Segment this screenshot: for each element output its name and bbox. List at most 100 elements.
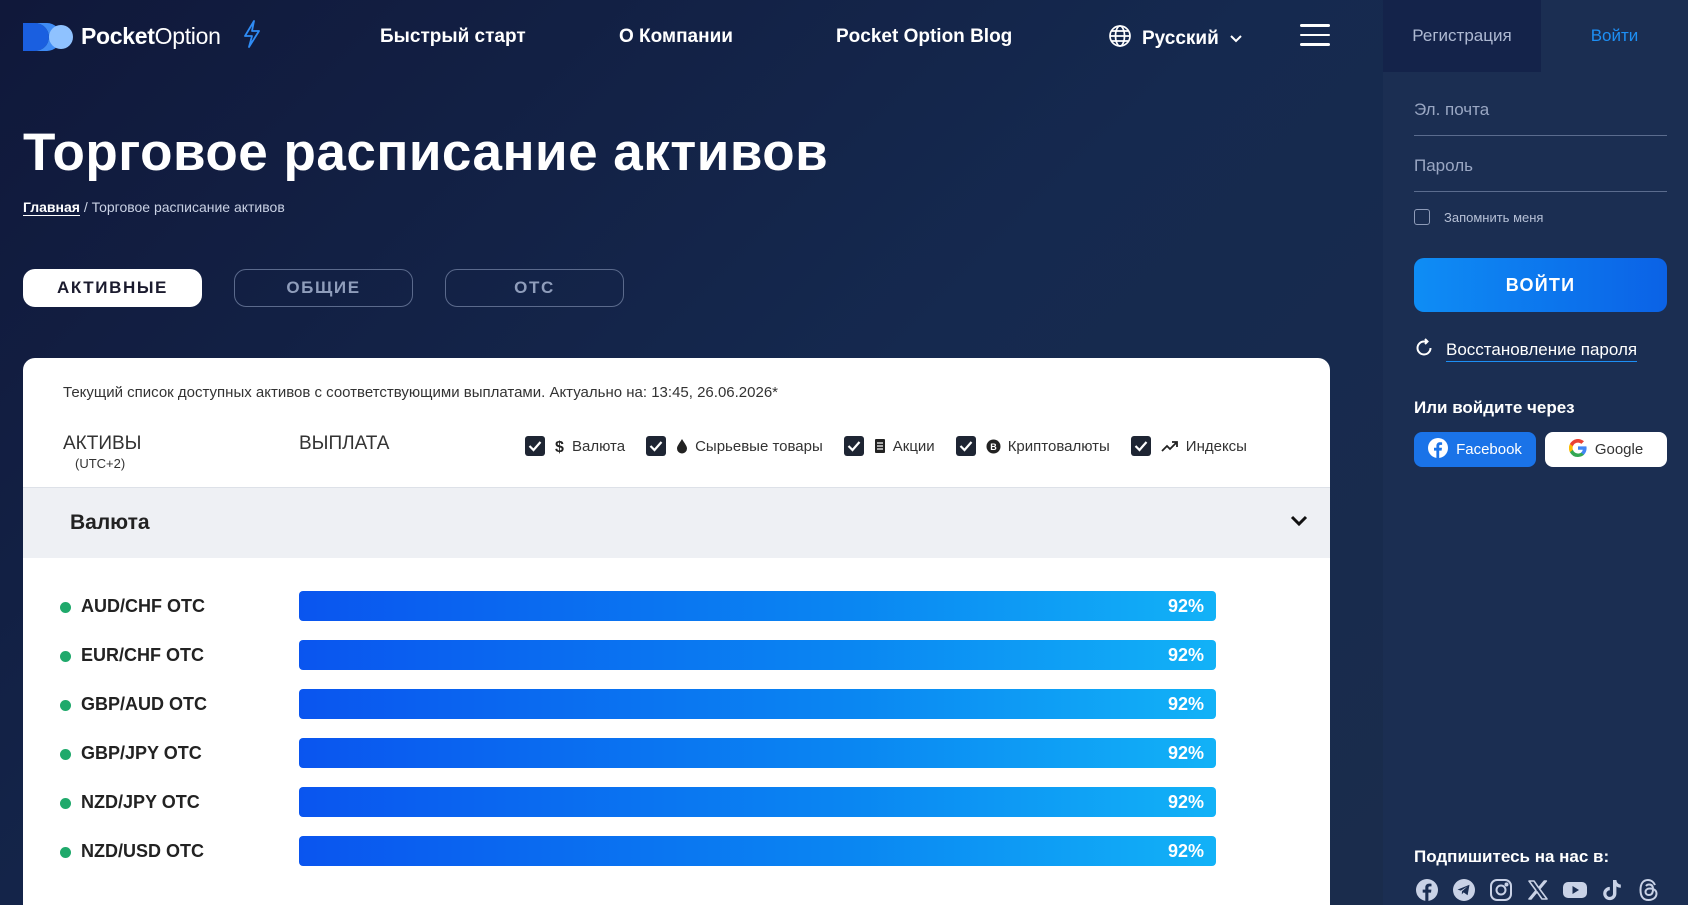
section-title: Валюта	[70, 511, 150, 534]
or-login-label: Или войдите через	[1414, 398, 1575, 417]
password-input[interactable]	[1414, 156, 1667, 176]
section-header-currency[interactable]: Валюта	[23, 487, 1330, 558]
table-row: AUD/CHF OTC 92%	[23, 591, 1330, 621]
filter-crypto[interactable]: B Криптовалюты	[955, 436, 1110, 456]
chevron-down-icon[interactable]	[1290, 514, 1308, 532]
lightning-icon	[243, 20, 261, 53]
bitcoin-icon: B	[986, 439, 1001, 454]
table-note: Текущий список доступных активов с соотв…	[63, 384, 778, 401]
payout-bar: 92%	[299, 738, 1216, 768]
filter-currency[interactable]: $ Валюта	[525, 436, 625, 456]
svg-text:B: B	[990, 442, 997, 452]
remember-label: Запомнить меня	[1444, 209, 1544, 225]
google-login-button[interactable]: Google	[1545, 432, 1667, 467]
payout-value: 92%	[1167, 645, 1204, 665]
column-payout: ВЫПЛАТА	[299, 433, 390, 454]
payout-value: 92%	[1167, 792, 1204, 812]
filter-bar: $ Валюта Сырьевые товары Акции B Криптов…	[525, 436, 1268, 456]
online-status-dot	[60, 798, 71, 809]
language-label: Русский	[1142, 28, 1219, 49]
nav-quick-start[interactable]: Быстрый старт	[380, 26, 526, 48]
tab-otc[interactable]: OTC	[445, 269, 624, 307]
logo-text: PocketOption	[81, 23, 221, 49]
checkbox-checked-icon[interactable]	[1130, 436, 1151, 456]
table-row: NZD/JPY OTC 92%	[23, 787, 1330, 817]
facebook-login-button[interactable]: Facebook	[1414, 432, 1536, 467]
youtube-icon[interactable]	[1562, 877, 1588, 903]
payout-value: 92%	[1167, 694, 1204, 714]
dollar-icon: $	[555, 438, 565, 454]
recover-password-link[interactable]: Восстановление пароля	[1414, 338, 1638, 363]
remember-me[interactable]: Запомнить меня	[1414, 209, 1543, 225]
breadcrumb: Главная / Торговое расписание активов	[23, 199, 285, 216]
online-status-dot	[60, 651, 71, 662]
chevron-down-icon	[1229, 28, 1243, 50]
menu-icon[interactable]	[1300, 24, 1330, 48]
column-assets: АКТИВЫ (UTC+2)	[63, 433, 142, 471]
asset-name: AUD/CHF OTC	[81, 596, 205, 616]
drop-icon	[676, 438, 688, 454]
payout-value: 92%	[1167, 596, 1204, 616]
asset-name: GBP/AUD OTC	[81, 694, 207, 714]
document-icon	[874, 438, 886, 454]
filter-indices[interactable]: Индексы	[1130, 436, 1247, 456]
payout-value: 92%	[1167, 841, 1204, 861]
timezone-label: (UTC+2)	[75, 456, 126, 471]
payout-bar: 92%	[299, 591, 1216, 621]
refresh-icon	[1414, 338, 1434, 363]
remember-checkbox[interactable]	[1414, 209, 1430, 225]
logo[interactable]: PocketOption	[23, 20, 261, 53]
checkbox-checked-icon[interactable]	[843, 436, 864, 456]
tab-register[interactable]: Регистрация	[1383, 0, 1541, 72]
payout-bar-fill: 92%	[299, 591, 1216, 621]
auth-tabs: Регистрация Войти	[1383, 0, 1688, 72]
asset-name: NZD/JPY OTC	[81, 792, 200, 812]
language-selector[interactable]: Русский	[1108, 24, 1243, 54]
payout-bar: 92%	[299, 689, 1216, 719]
nav-blog[interactable]: Pocket Option Blog	[836, 26, 1012, 48]
auth-panel: Регистрация Войти Запомнить меня ВОЙТИ В…	[1383, 0, 1688, 905]
logo-mark-icon	[23, 21, 75, 53]
payout-bar: 92%	[299, 836, 1216, 866]
breadcrumb-separator: /	[79, 199, 92, 215]
tab-general[interactable]: ОБЩИЕ	[234, 269, 413, 307]
follow-us-label: Подпишитесь на нас в:	[1414, 847, 1610, 866]
email-input[interactable]	[1414, 100, 1667, 120]
table-row: GBP/JPY OTC 92%	[23, 738, 1330, 768]
online-status-dot	[60, 847, 71, 858]
tab-login[interactable]: Войти	[1541, 0, 1688, 72]
asset-name: NZD/USD OTC	[81, 841, 204, 861]
threads-icon[interactable]	[1636, 877, 1662, 903]
payout-value: 92%	[1167, 743, 1204, 763]
main-area: PocketOption Быстрый старт О Компании Po…	[0, 0, 1383, 905]
trend-up-icon	[1161, 440, 1179, 452]
payout-bar-fill: 92%	[299, 836, 1216, 866]
checkbox-checked-icon[interactable]	[646, 436, 667, 456]
filter-commodities[interactable]: Сырьевые товары	[646, 436, 823, 456]
breadcrumb-home[interactable]: Главная	[23, 199, 80, 216]
table-row: EUR/CHF OTC 92%	[23, 640, 1330, 670]
checkbox-checked-icon[interactable]	[955, 436, 976, 456]
telegram-icon[interactable]	[1451, 877, 1477, 903]
globe-icon	[1108, 24, 1132, 54]
social-links	[1414, 877, 1662, 903]
checkbox-checked-icon[interactable]	[525, 436, 545, 456]
nav-about[interactable]: О Компании	[619, 26, 733, 48]
tiktok-icon[interactable]	[1599, 877, 1625, 903]
table-row: NZD/USD OTC 92%	[23, 836, 1330, 866]
payout-bar-fill: 92%	[299, 640, 1216, 670]
email-field[interactable]	[1414, 100, 1667, 136]
login-button[interactable]: ВОЙТИ	[1414, 258, 1667, 312]
x-twitter-icon[interactable]	[1525, 877, 1551, 903]
page-title: Торговое расписание активов	[23, 123, 829, 182]
filter-stocks[interactable]: Акции	[843, 436, 935, 456]
facebook-icon[interactable]	[1414, 877, 1440, 903]
tab-active[interactable]: АКТИВНЫЕ	[23, 269, 202, 307]
payout-bar: 92%	[299, 787, 1216, 817]
breadcrumb-current: Торговое расписание активов	[91, 199, 285, 215]
password-field[interactable]	[1414, 156, 1667, 192]
svg-text:$: $	[555, 439, 564, 454]
asset-name: GBP/JPY OTC	[81, 743, 202, 763]
facebook-icon	[1428, 437, 1449, 462]
instagram-icon[interactable]	[1488, 877, 1514, 903]
